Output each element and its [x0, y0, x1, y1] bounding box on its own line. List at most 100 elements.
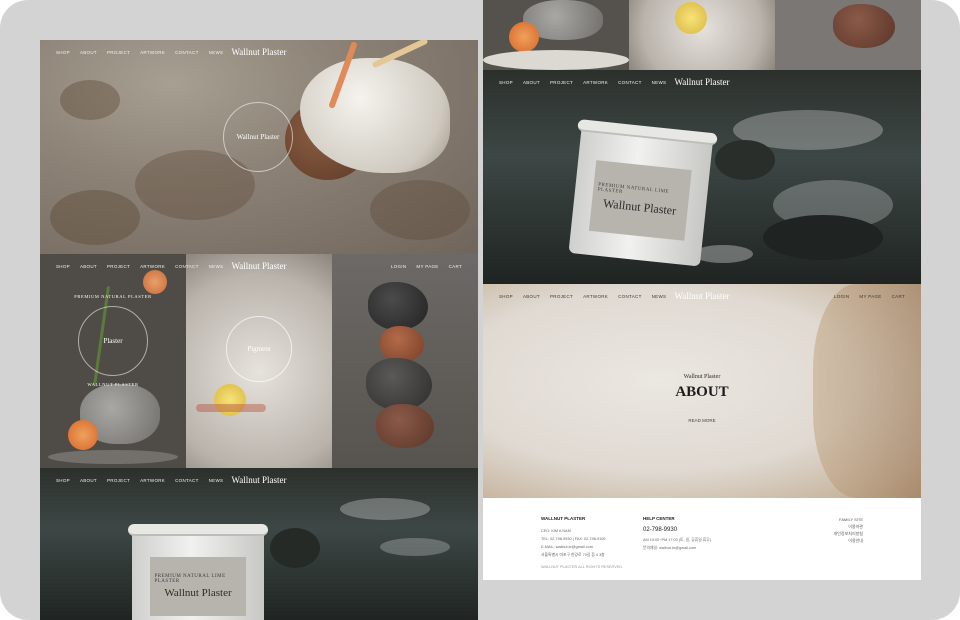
- top-nav: SHOP ABOUT PROJECT ARTWORK CONTACT NEWS …: [483, 70, 921, 94]
- nav-project[interactable]: PROJECT: [550, 80, 573, 85]
- hero-section: SHOP ABOUT PROJECT ARTWORK CONTACT NEWS …: [40, 40, 478, 254]
- brand-logo[interactable]: Wallnut Plaster: [231, 261, 286, 271]
- nav-about[interactable]: ABOUT: [80, 50, 97, 55]
- river-rock-image: [715, 140, 775, 180]
- nav-news[interactable]: NEWS: [652, 80, 667, 85]
- soil-texture: [370, 180, 470, 240]
- plaster-card[interactable]: Plaster PREMIUM NATURAL PLASTER WALLNUT …: [40, 254, 186, 468]
- nav-contact[interactable]: CONTACT: [618, 80, 642, 85]
- help-phone[interactable]: 02-798-9930: [643, 527, 711, 533]
- right-page-preview: SHOP ABOUT PROJECT ARTWORK CONTACT NEWS …: [483, 0, 921, 580]
- nav-news[interactable]: NEWS: [209, 50, 224, 55]
- nav-contact[interactable]: CONTACT: [175, 264, 199, 269]
- brand-logo[interactable]: Wallnut Plaster: [674, 291, 729, 301]
- footer-company-info: WALLNUT PLASTER CEO: KIM A NAM TEL: 02-7…: [541, 516, 624, 569]
- top-nav: SHOP ABOUT PROJECT ARTWORK CONTACT NEWS …: [483, 284, 921, 308]
- card-bottom-text: WALLNUT PLASTER: [87, 382, 139, 387]
- nav-contact[interactable]: CONTACT: [618, 294, 642, 299]
- footer-link-guide[interactable]: 이용안내: [834, 537, 863, 544]
- nav-project[interactable]: PROJECT: [107, 50, 130, 55]
- nav-contact[interactable]: CONTACT: [175, 50, 199, 55]
- help-center-title: HELP CENTER: [643, 516, 675, 521]
- nav-shop[interactable]: SHOP: [56, 264, 70, 269]
- water-sparkle: [380, 538, 450, 556]
- top-nav: SHOP ABOUT PROJECT ARTWORK CONTACT NEWS …: [40, 254, 478, 278]
- nav-mypage[interactable]: MY PAGE: [416, 264, 438, 269]
- about-section: SHOP ABOUT PROJECT ARTWORK CONTACT NEWS …: [483, 284, 921, 498]
- black-stone-image: [368, 282, 428, 330]
- product-grid-section: SHOP ABOUT PROJECT ARTWORK CONTACT NEWS …: [40, 254, 478, 468]
- nav-artwork[interactable]: ARTWORK: [140, 50, 165, 55]
- nav-login[interactable]: LOGIN: [834, 294, 850, 299]
- nav-project[interactable]: PROJECT: [550, 294, 573, 299]
- soil-texture: [50, 190, 140, 245]
- nav-shop[interactable]: SHOP: [499, 294, 513, 299]
- bucket-hero-section: SHOP ABOUT PROJECT ARTWORK CONTACT NEWS …: [483, 70, 921, 284]
- nav-util: LOGIN MY PAGE CART: [391, 264, 462, 269]
- site-footer: WALLNUT PLASTER CEO: KIM A NAM TEL: 02-7…: [483, 498, 921, 580]
- about-subtitle: Wallnut Plaster: [683, 374, 721, 380]
- nav-menu: SHOP ABOUT PROJECT ARTWORK CONTACT NEWS: [499, 294, 666, 299]
- pigment-circle-logo: Pigment: [226, 316, 292, 382]
- plate-image: [48, 450, 178, 464]
- plaster-circle-logo: Plaster: [78, 306, 148, 376]
- nav-cart[interactable]: CART: [449, 264, 462, 269]
- pigment-thumb[interactable]: [629, 0, 775, 70]
- footer-family-site: FAMILY SITE 이용약관 개인정보처리방침 이용안내: [834, 516, 863, 544]
- nav-about[interactable]: ABOUT: [523, 294, 540, 299]
- orange-flower-image: [68, 420, 98, 450]
- nav-project[interactable]: PROJECT: [107, 264, 130, 269]
- nav-util: LOGIN MY PAGE CART: [834, 294, 905, 299]
- read-more-link[interactable]: READ MORE: [483, 418, 921, 423]
- nav-mypage[interactable]: MY PAGE: [859, 294, 881, 299]
- river-rock-image: [763, 215, 883, 260]
- top-nav: SHOP ABOUT PROJECT ARTWORK CONTACT NEWS …: [40, 40, 478, 64]
- nav-about[interactable]: ABOUT: [80, 264, 97, 269]
- water-sparkle: [340, 498, 430, 520]
- card-ring-text: PREMIUM NATURAL PLASTER: [74, 294, 152, 299]
- about-title: ABOUT: [675, 384, 729, 400]
- grey-stone-image: [366, 358, 432, 410]
- soil-texture: [60, 80, 120, 120]
- nav-about[interactable]: ABOUT: [523, 80, 540, 85]
- footer-link-terms[interactable]: 이용약관: [834, 523, 863, 530]
- brand-logo[interactable]: Wallnut Plaster: [231, 475, 286, 485]
- footer-company-title: WALLNUT PLASTER: [541, 516, 586, 521]
- nav-artwork[interactable]: ARTWORK: [583, 80, 608, 85]
- nav-news[interactable]: NEWS: [209, 478, 224, 483]
- nav-cart[interactable]: CART: [892, 294, 905, 299]
- nav-news[interactable]: NEWS: [652, 294, 667, 299]
- nav-shop[interactable]: SHOP: [56, 50, 70, 55]
- nav-artwork[interactable]: ARTWORK: [140, 264, 165, 269]
- brand-logo[interactable]: Wallnut Plaster: [231, 47, 286, 57]
- nav-shop[interactable]: SHOP: [499, 80, 513, 85]
- red-pigment-image: [196, 404, 266, 412]
- footer-link-privacy[interactable]: 개인정보처리방침: [834, 530, 863, 537]
- nav-artwork[interactable]: ARTWORK: [140, 478, 165, 483]
- water-sparkle: [693, 245, 753, 263]
- stone-thumb[interactable]: [775, 0, 921, 70]
- red-stone-image: [380, 326, 424, 362]
- family-site-title[interactable]: FAMILY SITE: [834, 516, 863, 523]
- plaster-bucket-image: PREMIUM NATURAL LIME PLASTER Wallnut Pla…: [568, 119, 718, 267]
- river-rock-image: [270, 528, 320, 568]
- nav-menu: SHOP ABOUT PROJECT ARTWORK CONTACT NEWS: [56, 50, 223, 55]
- presentation-frame: SHOP ABOUT PROJECT ARTWORK CONTACT NEWS …: [0, 0, 960, 620]
- nav-news[interactable]: NEWS: [209, 264, 224, 269]
- nav-artwork[interactable]: ARTWORK: [583, 294, 608, 299]
- left-page-preview: SHOP ABOUT PROJECT ARTWORK CONTACT NEWS …: [40, 40, 478, 620]
- nav-about[interactable]: ABOUT: [80, 478, 97, 483]
- brand-logo[interactable]: Wallnut Plaster: [674, 77, 729, 87]
- pigment-card[interactable]: Pigment: [186, 254, 332, 468]
- nav-shop[interactable]: SHOP: [56, 478, 70, 483]
- nav-menu: SHOP ABOUT PROJECT ARTWORK CONTACT NEWS: [56, 478, 223, 483]
- nav-contact[interactable]: CONTACT: [175, 478, 199, 483]
- thumbnail-strip: [483, 0, 921, 70]
- nav-menu: SHOP ABOUT PROJECT ARTWORK CONTACT NEWS: [56, 264, 223, 269]
- nav-login[interactable]: LOGIN: [391, 264, 407, 269]
- plaster-bucket-image: PREMIUM NATURAL LIME PLASTER Wallnut Pla…: [128, 524, 268, 620]
- nav-project[interactable]: PROJECT: [107, 478, 130, 483]
- plaster-thumb[interactable]: [483, 0, 629, 70]
- stone-stack-card[interactable]: [332, 254, 478, 468]
- footer-copyright: WALLNUT PLASTER ALL RIGHTS RESERVED.: [541, 565, 624, 569]
